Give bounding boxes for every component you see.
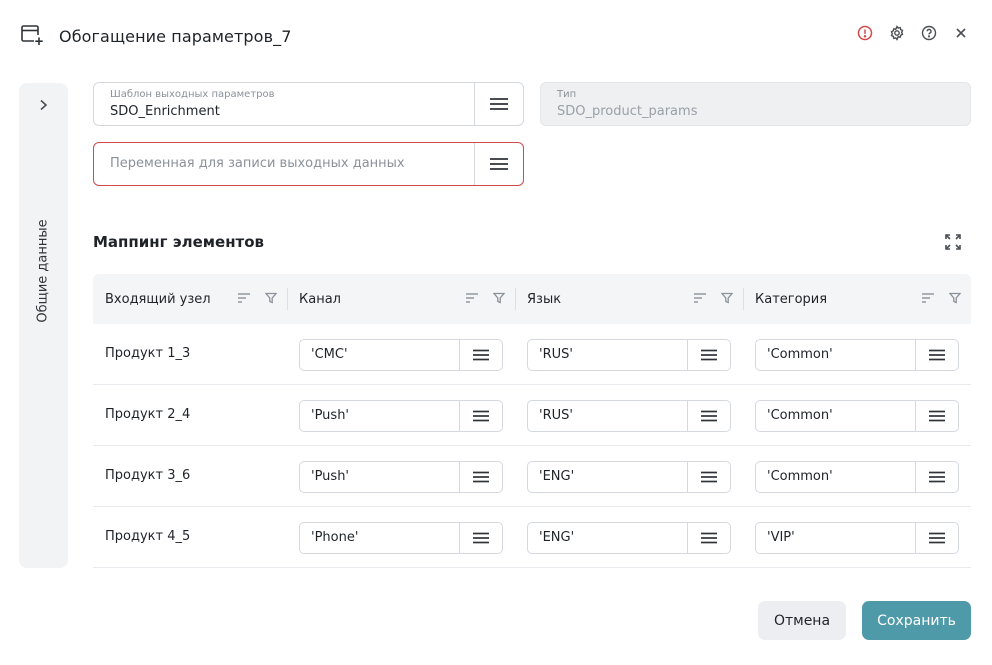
side-panel-label: Общие данные <box>35 219 51 323</box>
menu-icon <box>701 471 717 483</box>
menu-icon <box>929 410 945 422</box>
category-menu-button[interactable] <box>915 401 958 431</box>
channel-menu-button[interactable] <box>459 462 502 492</box>
language-menu-button[interactable] <box>687 462 730 492</box>
type-field-label: Тип <box>557 89 577 100</box>
node-cell: Продукт 3_6 <box>105 468 191 483</box>
filter-icon[interactable] <box>265 292 277 304</box>
menu-icon <box>490 98 508 110</box>
template-field-value: SDO_Enrichment <box>110 104 220 119</box>
channel-menu-button[interactable] <box>459 523 502 553</box>
menu-icon <box>473 410 489 422</box>
menu-icon <box>490 158 508 170</box>
menu-icon <box>701 532 717 544</box>
node-cell: Продукт 4_5 <box>105 529 191 544</box>
column-header-language: Язык <box>515 274 743 324</box>
output-variable-menu-button[interactable] <box>474 143 523 185</box>
category-input[interactable]: 'Common' <box>755 461 959 493</box>
menu-icon <box>473 532 489 544</box>
menu-icon <box>473 349 489 361</box>
sort-icon[interactable] <box>921 292 935 304</box>
table-row: Продукт 4_5 'Phone' 'ENG' 'VIP' <box>93 507 971 568</box>
column-header-category: Категория <box>743 274 971 324</box>
menu-icon <box>473 471 489 483</box>
channel-menu-button[interactable] <box>459 401 502 431</box>
node-cell: Продукт 1_3 <box>105 346 191 361</box>
template-field-label: Шаблон выходных параметров <box>110 89 275 100</box>
alert-icon[interactable] <box>856 24 874 42</box>
output-variable-field[interactable]: Переменная для записи выходных данных <box>93 142 524 186</box>
type-field: Тип SDO_product_params <box>540 82 971 126</box>
language-menu-button[interactable] <box>687 523 730 553</box>
dialog-header: Обогащение параметров_7 <box>0 0 992 70</box>
table-row: Продукт 2_4 'Push' 'RUS' 'Common' <box>93 385 971 446</box>
category-input[interactable]: 'Common' <box>755 400 959 432</box>
channel-input[interactable]: 'Push' <box>299 400 503 432</box>
dialog-title: Обогащение параметров_7 <box>59 27 292 46</box>
filter-icon[interactable] <box>949 292 961 304</box>
close-icon[interactable] <box>952 24 970 42</box>
side-panel-general[interactable]: Общие данные <box>19 83 68 568</box>
filter-icon[interactable] <box>493 292 505 304</box>
help-icon[interactable] <box>920 24 938 42</box>
language-input[interactable]: 'RUS' <box>527 400 731 432</box>
expand-icon[interactable] <box>944 233 962 251</box>
gear-icon[interactable] <box>888 24 906 42</box>
category-menu-button[interactable] <box>915 523 958 553</box>
sort-icon[interactable] <box>693 292 707 304</box>
save-button[interactable]: Сохранить <box>862 601 971 640</box>
language-menu-button[interactable] <box>687 401 730 431</box>
menu-icon <box>929 471 945 483</box>
sort-icon[interactable] <box>237 292 251 304</box>
column-header-channel: Канал <box>287 274 515 324</box>
channel-input[interactable]: 'СМС' <box>299 339 503 371</box>
category-input[interactable]: 'VIP' <box>755 522 959 554</box>
table-header: Входящий узел Канал Язык Категория <box>93 274 971 324</box>
channel-input[interactable]: 'Push' <box>299 461 503 493</box>
chevron-right-icon[interactable] <box>36 97 50 111</box>
language-input[interactable]: 'ENG' <box>527 461 731 493</box>
mapping-table: Входящий узел Канал Язык Категория Проду… <box>93 274 971 568</box>
menu-icon <box>701 410 717 422</box>
sort-icon[interactable] <box>465 292 479 304</box>
category-input[interactable]: 'Common' <box>755 339 959 371</box>
channel-input[interactable]: 'Phone' <box>299 522 503 554</box>
column-header-node: Входящий узел <box>93 274 287 324</box>
template-menu-button[interactable] <box>474 83 523 125</box>
cancel-button[interactable]: Отмена <box>758 601 846 640</box>
channel-menu-button[interactable] <box>459 340 502 370</box>
menu-icon <box>701 349 717 361</box>
table-row: Продукт 3_6 'Push' 'ENG' 'Common' <box>93 446 971 507</box>
window-plus-icon <box>20 24 44 46</box>
filter-icon[interactable] <box>721 292 733 304</box>
template-field[interactable]: Шаблон выходных параметров SDO_Enrichmen… <box>93 82 524 126</box>
language-menu-button[interactable] <box>687 340 730 370</box>
language-input[interactable]: 'RUS' <box>527 339 731 371</box>
mapping-title: Маппинг элементов <box>93 233 265 251</box>
menu-icon <box>929 349 945 361</box>
type-field-value: SDO_product_params <box>557 104 698 119</box>
category-menu-button[interactable] <box>915 462 958 492</box>
table-row: Продукт 1_3 'СМС' 'RUS' 'Common' <box>93 324 971 385</box>
node-cell: Продукт 2_4 <box>105 407 191 422</box>
menu-icon <box>929 532 945 544</box>
language-input[interactable]: 'ENG' <box>527 522 731 554</box>
output-variable-placeholder: Переменная для записи выходных данных <box>110 156 405 171</box>
category-menu-button[interactable] <box>915 340 958 370</box>
